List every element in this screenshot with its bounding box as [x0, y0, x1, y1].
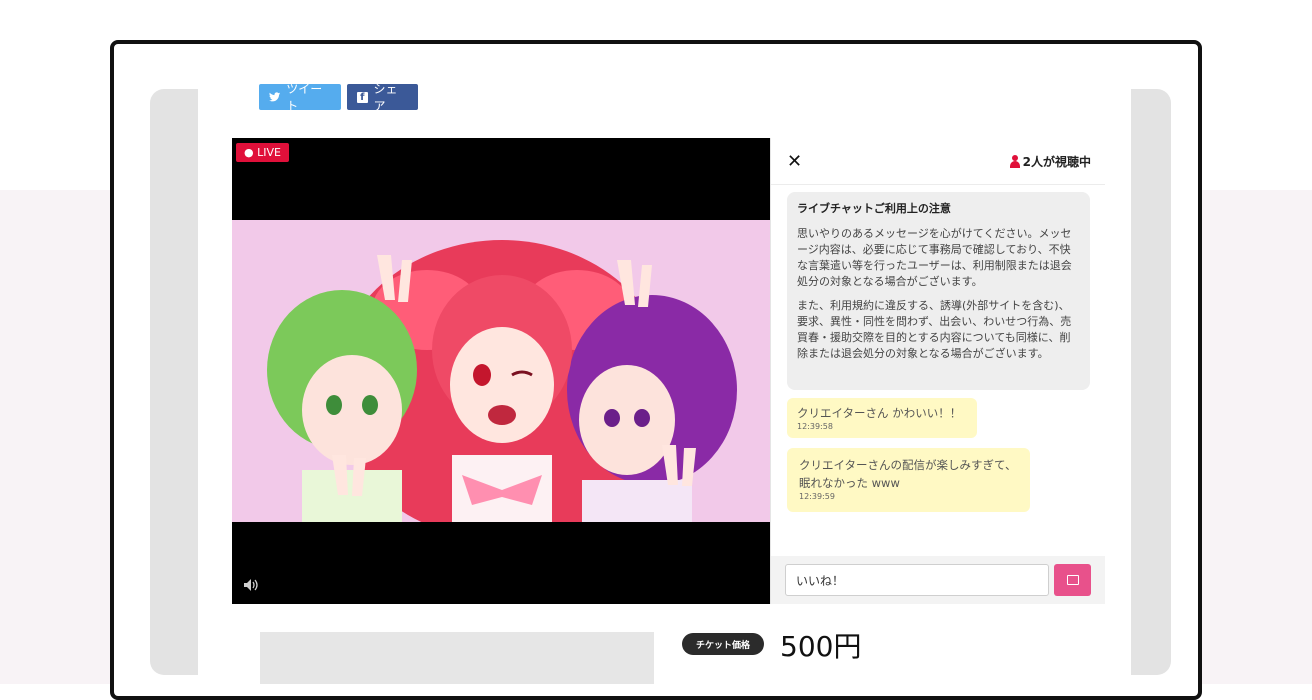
live-badge: ● LIVE	[236, 143, 289, 162]
ticket-price: 500円	[780, 630, 862, 663]
viewer-count-label: 2人が視聴中	[1022, 154, 1091, 169]
twitter-bird-icon	[269, 92, 281, 102]
chat-message: クリエイターさん かわいい！！ 12:39:58	[787, 398, 977, 438]
chat-message-input[interactable]	[785, 564, 1049, 596]
chat-message-text: クリエイターさん かわいい！！	[797, 406, 962, 420]
send-button[interactable]	[1054, 564, 1091, 596]
notice-paragraph-2: また、利用規約に違反する、誘導(外部サイトを含む)、要求、異性・同性を問わず、出…	[797, 299, 1072, 360]
chat-header: ✕ 2人が視聴中	[771, 138, 1105, 185]
event-thumbnail-placeholder	[260, 632, 654, 684]
volume-icon[interactable]	[244, 579, 258, 594]
share-label: シェア	[373, 82, 398, 113]
notice-title: ライブチャットご利用上の注意	[797, 202, 951, 215]
live-video-player[interactable]: ● LIVE	[232, 138, 770, 604]
person-icon	[1009, 154, 1021, 168]
chat-message-time: 12:39:59	[799, 492, 835, 501]
chat-message-time: 12:39:58	[797, 422, 833, 431]
chat-input-bar	[771, 556, 1105, 604]
tweet-button[interactable]: ツイート	[259, 82, 341, 113]
facebook-icon: f	[357, 91, 368, 103]
chat-notice-box: ライブチャットご利用上の注意 思いやりのあるメッセージを心がけてください。メッセ…	[787, 192, 1090, 390]
notice-paragraph-1: 思いやりのあるメッセージを心がけてください。メッセージ内容は、必要に応じて事務局…	[797, 227, 1072, 288]
close-icon[interactable]: ✕	[787, 151, 802, 172]
tweet-label: ツイート	[286, 82, 323, 113]
ticket-price-badge: チケット価格	[682, 633, 764, 655]
facebook-share-button[interactable]: f シェア	[347, 82, 418, 113]
stream-artwork-image	[232, 220, 770, 522]
live-chat-panel: ✕ 2人が視聴中 ライブチャットご利用上の注意 思いやりのあるメッセージを心がけ…	[770, 138, 1105, 604]
chat-message: クリエイターさんの配信が楽しみすぎて、眠れなかった www 12:39:59	[787, 448, 1030, 512]
speech-bubble-icon	[1066, 575, 1079, 585]
chat-message-text: クリエイターさんの配信が楽しみすぎて、眠れなかった www	[799, 458, 1017, 490]
viewer-count: 2人が視聴中	[1009, 153, 1091, 170]
